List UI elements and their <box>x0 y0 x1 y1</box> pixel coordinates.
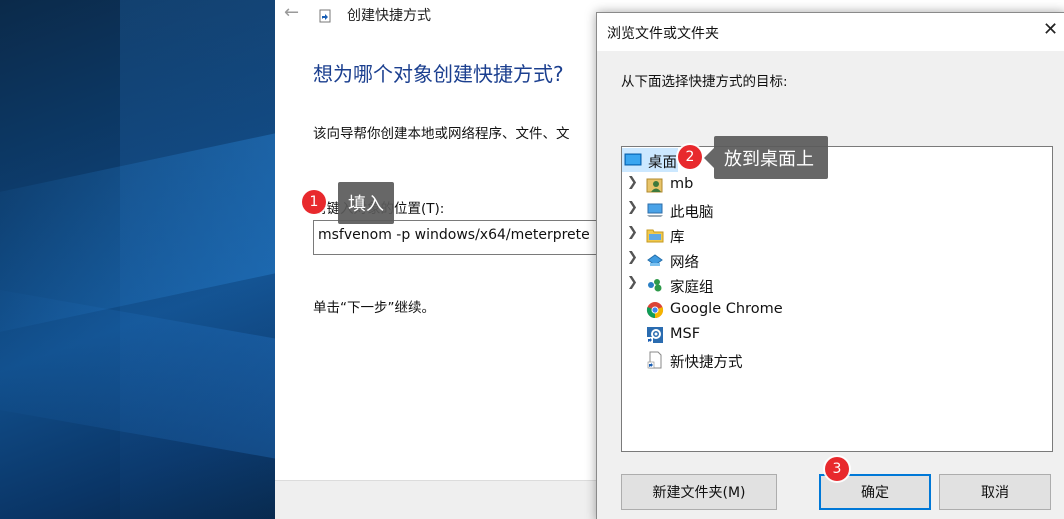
library-icon <box>646 229 664 243</box>
wizard-description: 该向导帮你创建本地或网络程序、文件、文 <box>313 126 570 142</box>
tree-item-label: Google Chrome <box>670 301 783 317</box>
annotation-badge: 1 <box>302 190 326 214</box>
location-input[interactable]: msfvenom -p windows/x64/meterprete <box>313 220 613 255</box>
msf-shortcut-icon <box>647 327 663 343</box>
new-folder-button[interactable]: 新建文件夹(M) <box>621 474 777 510</box>
chevron-right-icon[interactable]: ❯ <box>627 200 638 215</box>
chevron-right-icon[interactable]: ❯ <box>627 275 638 290</box>
next-hint: 单击“下一步”继续。 <box>313 300 435 316</box>
chevron-right-icon[interactable]: ❯ <box>627 175 638 190</box>
dialog-title: 浏览文件或文件夹 <box>607 26 719 42</box>
desktop-icon <box>624 153 642 166</box>
tree-item-label: 网络 <box>670 255 699 271</box>
computer-icon <box>647 203 663 217</box>
back-arrow-icon[interactable]: ← <box>284 2 299 23</box>
chevron-right-icon[interactable]: ❯ <box>627 225 638 240</box>
tree-item-label: mb <box>670 176 694 192</box>
desktop-wallpaper <box>0 0 275 519</box>
cancel-button[interactable]: 取消 <box>939 474 1051 510</box>
dialog-prompt: 从下面选择快捷方式的目标: <box>621 74 788 90</box>
page-heading: 想为哪个对象创建快捷方式? <box>313 62 564 86</box>
shortcut-icon <box>319 9 331 23</box>
annotation-callout: 填入 <box>338 182 394 224</box>
chrome-shortcut-icon <box>646 302 664 319</box>
tree-item-this-pc[interactable]: ❯ 此电脑 <box>622 198 1052 222</box>
tree-item-label: 新快捷方式 <box>670 355 743 371</box>
tree-item-homegroup[interactable]: ❯ 家庭组 <box>622 273 1052 297</box>
tree-item-label: 桌面 <box>648 155 677 171</box>
wizard-title: 创建快捷方式 <box>347 8 431 24</box>
tree-item-label: 此电脑 <box>670 205 714 221</box>
tree-item-msf[interactable]: MSF <box>622 323 1052 347</box>
chevron-right-icon[interactable]: ❯ <box>627 250 638 265</box>
close-icon[interactable]: ✕ <box>1043 19 1058 40</box>
annotation-callout: 放到桌面上 <box>704 136 828 179</box>
dialog-titlebar: 浏览文件或文件夹 ✕ <box>597 13 1064 51</box>
tree-item-label: MSF <box>670 326 701 342</box>
shortcut-file-icon <box>647 351 662 369</box>
tree-item-google-chrome[interactable]: Google Chrome <box>622 298 1052 322</box>
folder-tree[interactable]: 桌面 ❯ mb ❯ 此电脑 ❯ 库 ❯ 网络 ❯ 家庭组 Google Chro… <box>621 146 1053 452</box>
tree-item-network[interactable]: ❯ 网络 <box>622 248 1052 272</box>
homegroup-icon <box>648 279 662 292</box>
tree-item-mb[interactable]: ❯ mb <box>622 173 1052 197</box>
tree-item-new-shortcut[interactable]: 新快捷方式 <box>622 348 1052 372</box>
annotation-badge: 2 <box>678 145 702 169</box>
browse-folder-dialog: 浏览文件或文件夹 ✕ 从下面选择快捷方式的目标: 桌面 ❯ mb ❯ 此电脑 ❯… <box>596 12 1064 519</box>
user-folder-icon <box>646 178 663 193</box>
annotation-badge: 3 <box>825 457 849 481</box>
tree-item-libraries[interactable]: ❯ 库 <box>622 223 1052 247</box>
tree-item-label: 库 <box>670 230 685 246</box>
network-icon <box>647 254 663 266</box>
tree-item-label: 家庭组 <box>670 280 714 296</box>
